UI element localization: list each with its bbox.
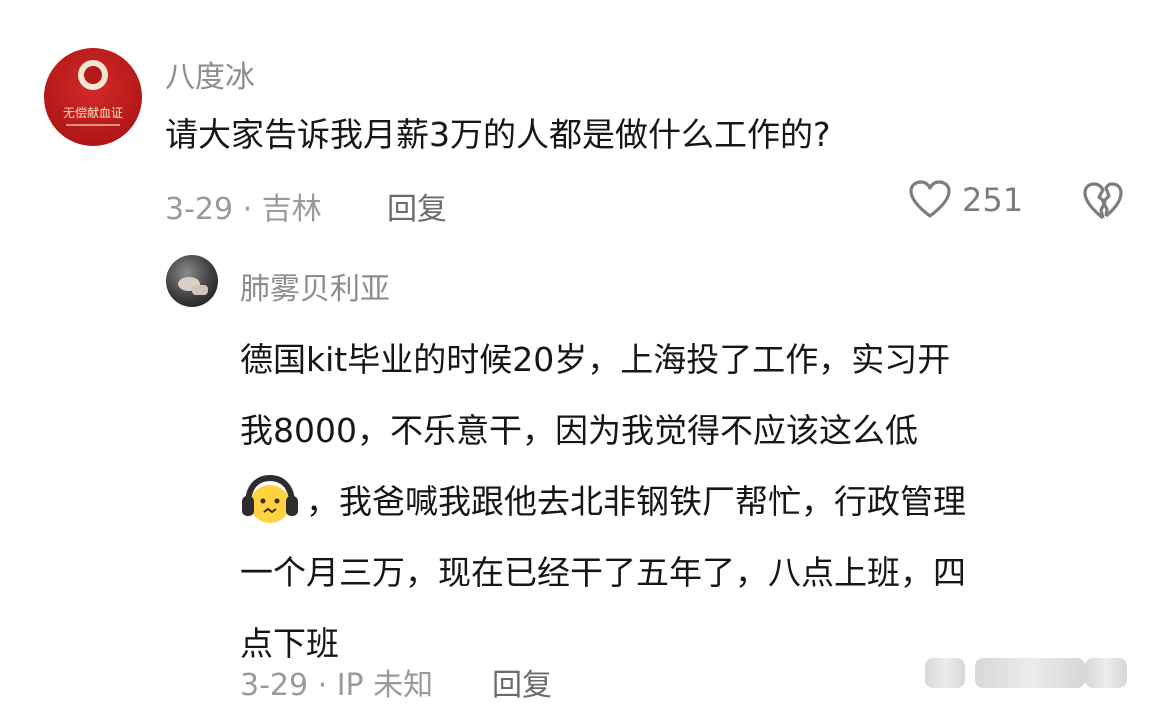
reply-like-button[interactable] [925, 658, 1085, 688]
comment-username[interactable]: 八度冰 [165, 52, 255, 96]
reply-avatar[interactable] [166, 255, 218, 307]
avatar-divider [66, 124, 120, 126]
reply-text: 德国kit毕业的时候20岁，上海投了工作，实习开 我8000，不乐意干，因为我觉… [240, 324, 1140, 679]
headphones-face-emoji [240, 474, 300, 526]
comment-text: 请大家告诉我月薪3万的人都是做什么工作的? [165, 115, 831, 154]
reply-line: 德国kit毕业的时候20岁，上海投了工作，实习开 [240, 340, 951, 379]
like-icon [925, 658, 965, 688]
avatar[interactable]: 无偿献血证 [44, 48, 142, 146]
heart-outline-icon [909, 180, 951, 218]
like-count: 251 [962, 181, 1024, 219]
avatar-text: 无偿献血证 [62, 106, 123, 120]
comment-reply-button[interactable]: 回复 [387, 184, 447, 228]
avatar-hand [192, 285, 208, 295]
reply-reply-button[interactable]: 回复 [492, 660, 552, 704]
reply-line: ，我爸喊我跟他去北非钢铁厂帮忙，行政管理 [240, 466, 1140, 537]
reply-dislike-button[interactable] [1085, 658, 1127, 688]
broken-heart-icon [1083, 182, 1123, 220]
comment-dislike-button[interactable] [1082, 182, 1124, 226]
comment-date-location: 3-29 · 吉林 [165, 192, 322, 227]
like-count-blurred [975, 658, 1085, 688]
reply-date-location: 3-29 · IP 未知 [240, 668, 434, 703]
dislike-icon [1085, 658, 1127, 688]
reply-line: 我8000，不乐意干，因为我觉得不应该这么低 [240, 411, 918, 450]
reply-username[interactable]: 肺雾贝利亚 [240, 264, 390, 308]
reply-line-text: ，我爸喊我跟他去北非钢铁厂帮忙，行政管理 [306, 482, 966, 521]
comment-like-button[interactable]: 251 [908, 180, 1023, 220]
avatar-emblem-inner [84, 66, 102, 84]
reply-line: 一个月三万，现在已经干了五年了，八点上班，四 [240, 553, 966, 592]
